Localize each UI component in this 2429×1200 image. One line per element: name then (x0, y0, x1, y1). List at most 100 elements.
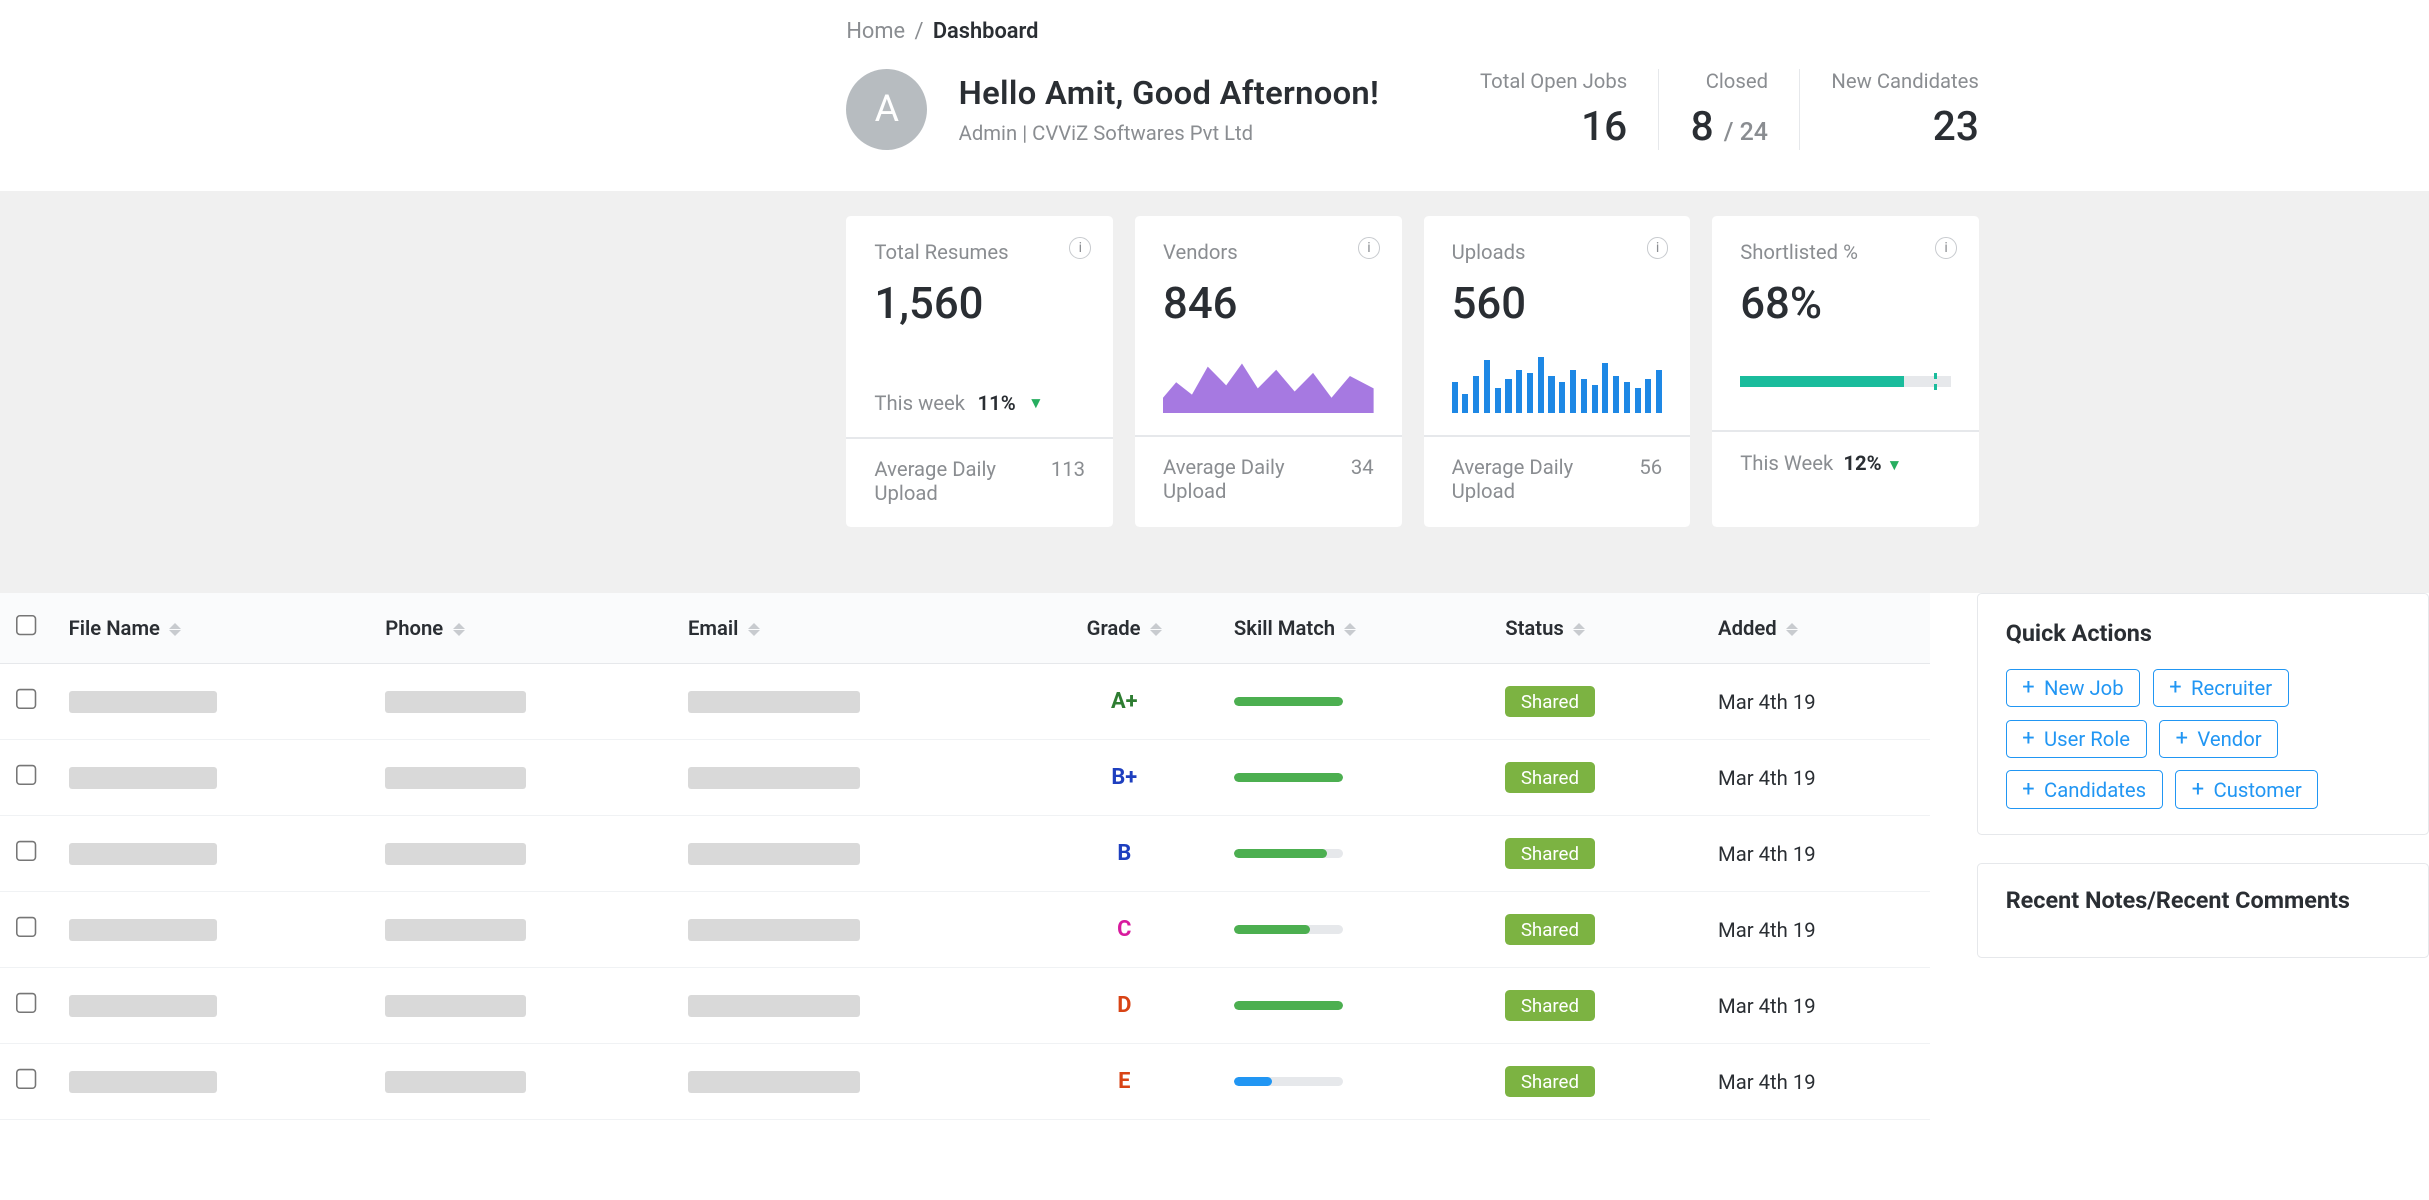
row-checkbox[interactable] (16, 764, 38, 786)
info-icon[interactable]: i (1358, 237, 1380, 259)
table-row[interactable]: D Shared Mar 4th 19 (0, 968, 1930, 1044)
redacted-file (69, 995, 217, 1017)
table-row[interactable]: ESharedMar 4th 19 (0, 1044, 1930, 1120)
info-icon[interactable]: i (1647, 237, 1669, 259)
stat-label: Total Open Jobs (1480, 69, 1627, 93)
card-trend: This week 11% ▼ (874, 391, 1085, 415)
card-title: Shortlisted % (1740, 240, 1951, 264)
card-footer-label: Average Daily Upload (874, 457, 1050, 505)
row-checkbox[interactable] (16, 688, 38, 710)
redacted-phone (385, 843, 525, 865)
breadcrumb: Home / Dashboard (846, 0, 1979, 69)
col-grade[interactable]: Grade (1030, 593, 1218, 664)
card-shortlisted: i Shortlisted % 68% This Week 12% ▼ (1712, 216, 1979, 528)
skill-match-bar (1234, 697, 1343, 706)
stat-open-jobs: Total Open Jobs 16 (1449, 69, 1660, 150)
plus-icon: + (2169, 677, 2181, 699)
status-badge: Shared (1505, 686, 1594, 717)
table-row[interactable]: B Shared Mar 4th 19 (0, 816, 1930, 892)
breadcrumb-home[interactable]: Home (846, 19, 905, 44)
progress-bar (1740, 376, 1951, 387)
col-added[interactable]: Added (1702, 593, 1929, 664)
table-row[interactable]: A+SharedMar 4th 19 (0, 664, 1930, 740)
redacted-file (69, 691, 217, 713)
col-file[interactable]: File Name (53, 593, 370, 664)
avatar[interactable]: A (846, 69, 927, 150)
caret-down-icon: ▼ (1028, 394, 1043, 413)
stat-label: New Candidates (1831, 69, 1979, 93)
card-footer-value: 12% (1843, 451, 1881, 475)
redacted-phone (385, 919, 525, 941)
grade-cell: C (1030, 892, 1218, 968)
status-badge: Shared (1505, 914, 1594, 945)
candidates-table: File Name Phone Email Grade Skill Match … (0, 593, 1930, 1120)
added-date: Mar 4th 19 (1702, 968, 1929, 1044)
row-checkbox[interactable] (16, 840, 38, 862)
redacted-file (69, 767, 217, 789)
redacted-email (688, 843, 860, 865)
redacted-phone (385, 1071, 525, 1093)
card-total-resumes: i Total Resumes 1,560 This week 11% ▼ Av… (846, 216, 1113, 528)
grade-cell: B+ (1030, 740, 1218, 816)
qa-candidates[interactable]: +Candidates (2006, 770, 2163, 808)
skill-match-bar (1234, 773, 1343, 782)
stat-value: 8 / 24 (1691, 102, 1768, 150)
redacted-email (688, 767, 860, 789)
card-number: 560 (1452, 277, 1663, 329)
recent-notes-panel: Recent Notes/Recent Comments (1977, 863, 2429, 958)
col-phone[interactable]: Phone (370, 593, 673, 664)
recent-notes-title: Recent Notes/Recent Comments (2006, 886, 2400, 914)
added-date: Mar 4th 19 (1702, 740, 1929, 816)
col-skill[interactable]: Skill Match (1218, 593, 1489, 664)
plus-icon: + (2022, 779, 2034, 801)
card-number: 1,560 (874, 277, 1085, 329)
breadcrumb-current: Dashboard (933, 19, 1039, 44)
redacted-email (688, 691, 860, 713)
table-row[interactable]: B+ Shared Mar 4th 19 (0, 740, 1930, 816)
skill-match-bar (1234, 1077, 1343, 1086)
plus-icon: + (2192, 779, 2204, 801)
grade-cell: B (1030, 816, 1218, 892)
select-all-checkbox[interactable] (16, 615, 38, 637)
qa-vendor[interactable]: +Vendor (2159, 720, 2278, 758)
redacted-email (688, 995, 860, 1017)
status-badge: Shared (1505, 990, 1594, 1021)
grade-cell: D (1030, 968, 1218, 1044)
card-footer-label: Average Daily Upload (1452, 455, 1640, 503)
qa-user-role[interactable]: +User Role (2006, 720, 2147, 758)
redacted-phone (385, 767, 525, 789)
stat-value: 23 (1933, 102, 1979, 150)
redacted-email (688, 1071, 860, 1093)
plus-icon: + (2022, 677, 2034, 699)
col-email[interactable]: Email (672, 593, 1030, 664)
redacted-phone (385, 995, 525, 1017)
redacted-email (688, 919, 860, 941)
bar-sparkline (1452, 351, 1663, 413)
status-badge: Shared (1505, 762, 1594, 793)
row-checkbox[interactable] (16, 916, 38, 938)
card-footer-label: This Week (1740, 451, 1833, 475)
redacted-file (69, 843, 217, 865)
qa-customer[interactable]: +Customer (2175, 770, 2318, 808)
caret-down-icon: ▼ (1887, 456, 1902, 474)
card-footer-value: 34 (1351, 455, 1374, 503)
table-row[interactable]: CSharedMar 4th 19 (0, 892, 1930, 968)
stat-value: 16 (1581, 102, 1627, 150)
added-date: Mar 4th 19 (1702, 816, 1929, 892)
row-checkbox[interactable] (16, 992, 38, 1014)
card-uploads: i Uploads 560 Average Daily Upload56 (1424, 216, 1691, 528)
col-status[interactable]: Status (1490, 593, 1703, 664)
info-icon[interactable]: i (1935, 237, 1957, 259)
card-footer-value: 113 (1051, 457, 1085, 505)
stat-label: Closed (1706, 69, 1768, 93)
quick-actions-title: Quick Actions (2006, 619, 2400, 647)
card-title: Vendors (1163, 240, 1374, 264)
redacted-file (69, 919, 217, 941)
info-icon[interactable]: i (1069, 237, 1091, 259)
status-badge: Shared (1505, 838, 1594, 869)
qa-recruiter[interactable]: +Recruiter (2153, 669, 2289, 707)
qa-new-job[interactable]: +New Job (2006, 669, 2141, 707)
row-checkbox[interactable] (16, 1068, 38, 1090)
card-number: 846 (1163, 277, 1374, 329)
greeting: Hello Amit, Good Afternoon! (959, 74, 1379, 112)
